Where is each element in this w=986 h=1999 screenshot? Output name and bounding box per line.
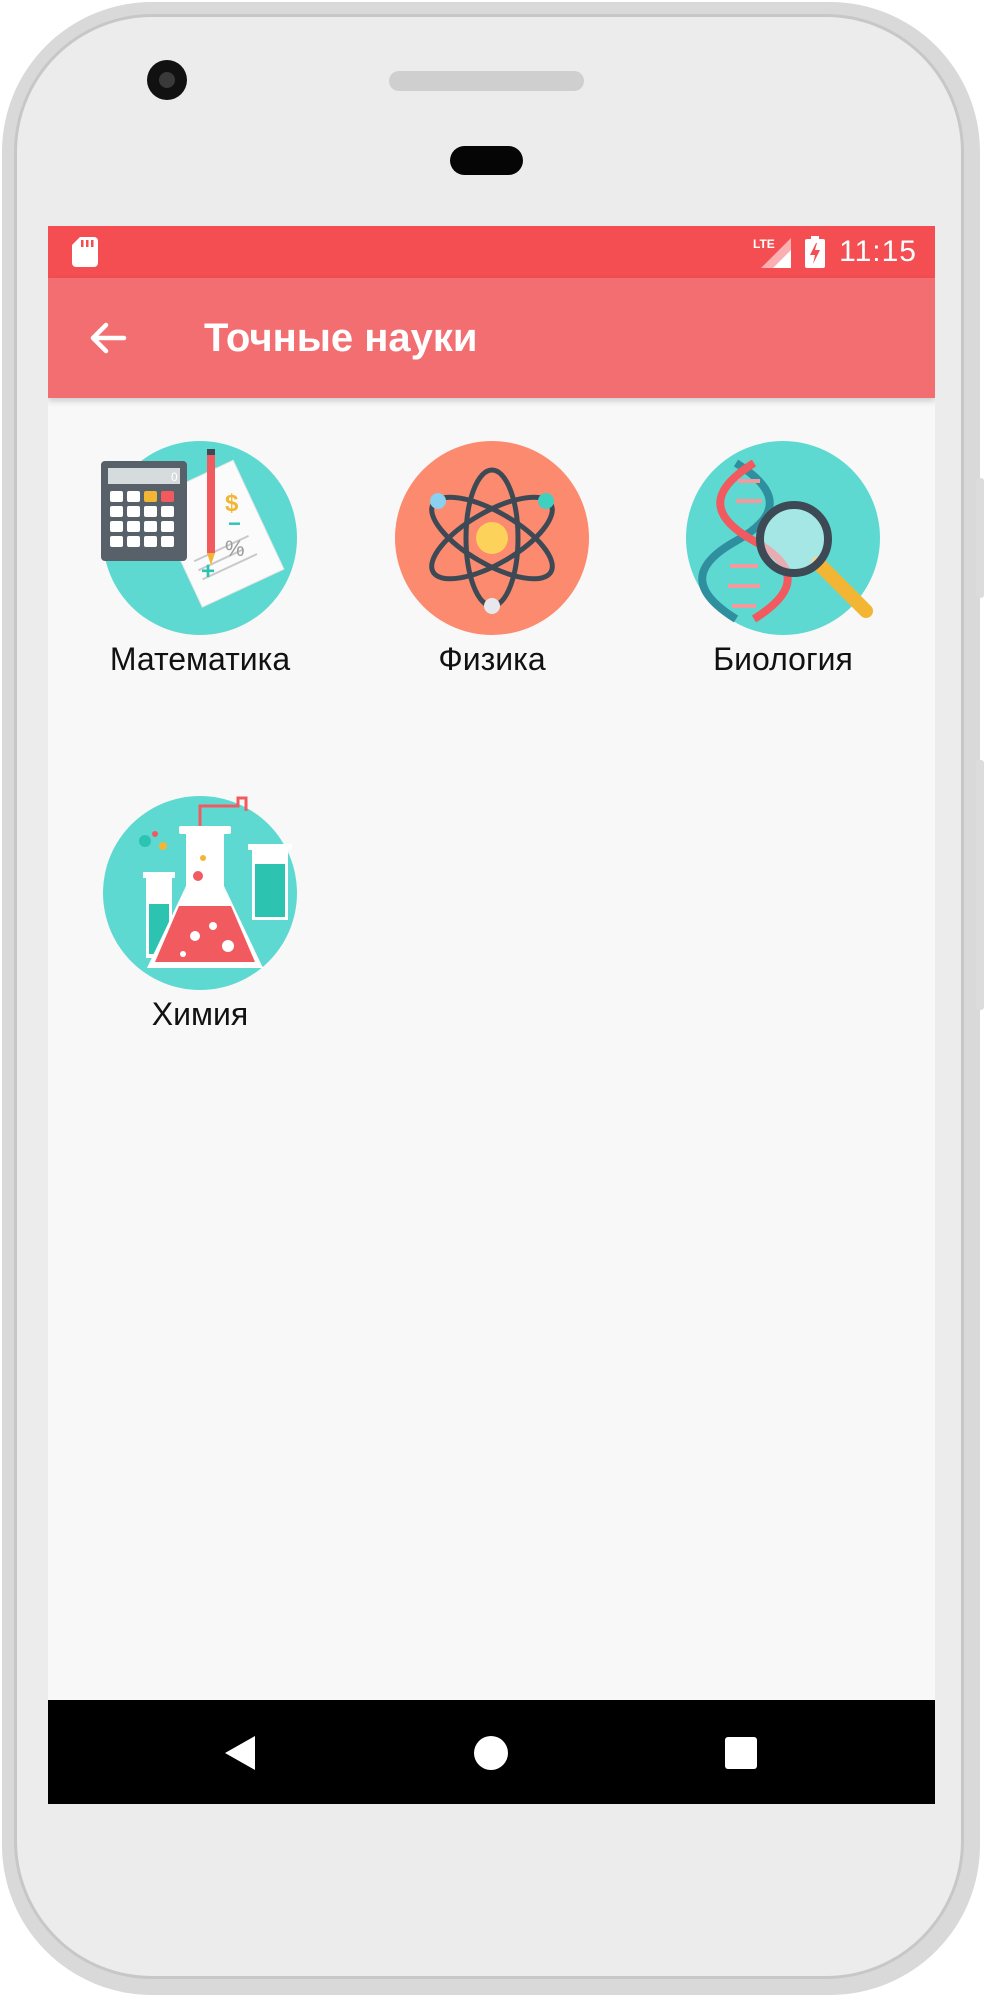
- subject-label: Биология: [713, 641, 853, 677]
- page-title: Точные науки: [204, 316, 478, 360]
- subject-label: Физика: [438, 641, 546, 677]
- nav-home-icon: [474, 1736, 508, 1770]
- network-type: LTE: [753, 237, 775, 251]
- nav-recents-button[interactable]: [716, 1728, 766, 1778]
- sd-card-icon: [72, 237, 98, 267]
- app-bar: Точные науки: [48, 278, 935, 398]
- lte-signal-icon: LTE: [753, 237, 792, 268]
- phone-frame: LTE 11:15 Точные науки $ % + − 0 Математ…: [0, 0, 986, 1999]
- svg-text:%: %: [225, 536, 245, 561]
- screen: LTE 11:15 Точные науки $ % + − 0 Математ…: [48, 226, 935, 1804]
- flask-icon: [103, 796, 297, 990]
- svg-text:+: +: [201, 558, 215, 585]
- nav-recents-icon: [725, 1737, 757, 1769]
- subject-tile-math[interactable]: $ % + − 0 Математика: [80, 441, 320, 678]
- front-camera: [147, 60, 187, 100]
- nav-back-button[interactable]: [215, 1728, 265, 1778]
- volume-button: [976, 478, 984, 598]
- subject-label: Химия: [151, 996, 249, 1032]
- calculator-icon: $ % + − 0: [101, 441, 297, 635]
- proximity-sensor: [450, 146, 523, 175]
- arrow-left-icon: [90, 322, 127, 354]
- back-button[interactable]: [78, 308, 138, 368]
- power-button: [976, 760, 984, 1010]
- subject-tile-physics[interactable]: Физика: [372, 441, 612, 678]
- subject-label: Математика: [109, 641, 291, 677]
- earpiece-speaker: [389, 71, 584, 91]
- calculator-display-value: 0: [171, 470, 178, 484]
- dna-magnifier-icon: [686, 441, 880, 635]
- status-bar: LTE 11:15: [48, 226, 935, 278]
- nav-home-button[interactable]: [466, 1728, 516, 1778]
- svg-text:−: −: [228, 511, 241, 536]
- subject-tile-chemistry[interactable]: Химия: [80, 796, 320, 1033]
- status-clock: 11:15: [839, 235, 917, 268]
- subject-tile-biology[interactable]: Биология: [663, 441, 903, 678]
- nav-back-icon: [225, 1736, 255, 1770]
- atom-icon: [395, 441, 589, 635]
- navigation-bar: [48, 1700, 935, 1804]
- battery-charging-icon: [805, 236, 826, 268]
